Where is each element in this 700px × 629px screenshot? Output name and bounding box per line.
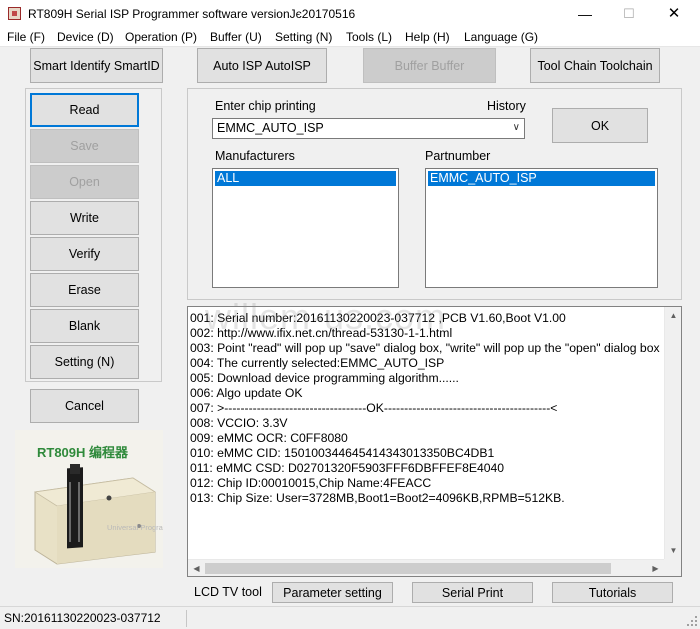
parameter-setting-button[interactable]: Parameter setting	[272, 582, 393, 603]
log-line: 006: Algo update OK	[190, 386, 303, 400]
scroll-left-icon[interactable]: ◀	[188, 560, 205, 576]
log-line: 013: Chip Size: User=3728MB,Boot1=Boot2=…	[190, 491, 565, 505]
scroll-right-icon[interactable]: ▶	[647, 560, 664, 576]
menu-bar: File (F) Device (D) Operation (P) Buffer…	[0, 28, 700, 47]
window-title: RT809H Serial ISP Programmer software ve…	[28, 7, 356, 21]
setting-button[interactable]: Setting (N)	[30, 345, 139, 379]
menu-language[interactable]: Language (G)	[464, 30, 538, 44]
chevron-down-icon[interactable]: ∨	[513, 122, 520, 133]
smart-identify-button[interactable]: Smart Identify SmartID	[30, 48, 163, 83]
log-line: 005: Download device programming algorit…	[190, 371, 459, 385]
log-line: 009: eMMC OCR: C0FF8080	[190, 431, 348, 445]
erase-button[interactable]: Erase	[30, 273, 139, 307]
chip-printing-combobox[interactable]: EMMC_AUTO_ISP ∨	[212, 118, 525, 139]
watermark: willem-us.com	[205, 296, 447, 337]
scroll-down-icon[interactable]: ▼	[665, 542, 681, 559]
log-line: 008: VCCIO: 3.3V	[190, 416, 288, 430]
log-horizontal-scrollbar[interactable]: ◀ ▶	[188, 559, 664, 576]
scroll-up-icon[interactable]: ▲	[665, 307, 681, 324]
menu-setting[interactable]: Setting (N)	[275, 30, 332, 44]
scroll-corner	[664, 559, 681, 576]
serial-number-status: SN:20161130220023-037712	[4, 611, 161, 625]
history-label: History	[487, 99, 526, 113]
manufacturers-label: Manufacturers	[215, 149, 295, 163]
log-output[interactable]: 001: Serial number:20161130220023-037712…	[187, 306, 682, 577]
ok-button[interactable]: OK	[552, 108, 648, 143]
device-label: Universal Programmer	[107, 523, 163, 532]
manufacturer-item-all[interactable]: ALL	[215, 171, 396, 186]
read-button[interactable]: Read	[30, 93, 139, 127]
menu-device[interactable]: Device (D)	[57, 30, 114, 44]
cancel-button[interactable]: Cancel	[30, 389, 139, 423]
tool-chain-button[interactable]: Tool Chain Toolchain	[530, 48, 660, 83]
app-icon	[8, 7, 21, 20]
programmer-photo: RT809H 编程器 Universal Programmer	[15, 430, 163, 568]
auto-isp-button[interactable]: Auto ISP AutoISP	[197, 48, 327, 83]
serial-print-button[interactable]: Serial Print	[412, 582, 533, 603]
programmer-device-icon: Universal Programmer	[33, 464, 163, 565]
log-line: 004: The currently selected:EMMC_AUTO_IS…	[190, 356, 445, 370]
minimize-button[interactable]: —	[562, 0, 608, 28]
buffer-button[interactable]: Buffer Buffer	[363, 48, 496, 83]
log-line: 010: eMMC CID: 150100344645414343013350B…	[190, 446, 495, 460]
log-line: 003: Point "read" will pop up "save" dia…	[190, 341, 660, 355]
verify-button[interactable]: Verify	[30, 237, 139, 271]
save-button[interactable]: Save	[30, 129, 139, 163]
tutorials-button[interactable]: Tutorials	[552, 582, 673, 603]
chip-printing-value: EMMC_AUTO_ISP	[217, 121, 324, 135]
menu-tools[interactable]: Tools (L)	[346, 30, 392, 44]
menu-buffer[interactable]: Buffer (U)	[210, 30, 262, 44]
partnumber-item-emmc-auto-isp[interactable]: EMMC_AUTO_ISP	[428, 171, 655, 186]
menu-help[interactable]: Help (H)	[405, 30, 450, 44]
log-line: 007: >----------------------------------…	[190, 401, 558, 415]
title-bar[interactable]: RT809H Serial ISP Programmer software ve…	[0, 0, 700, 28]
lcd-tv-tool-label: LCD TV tool	[194, 585, 262, 599]
enter-chip-label: Enter chip printing	[215, 99, 316, 113]
log-line: 011: eMMC CSD: D02701320F5903FFF6DBFFEF8…	[190, 461, 505, 475]
status-separator	[186, 610, 187, 627]
menu-file[interactable]: File (F)	[7, 30, 45, 44]
partnumber-label: Partnumber	[425, 149, 491, 163]
horizontal-scroll-thumb[interactable]	[205, 563, 611, 574]
partnumber-list[interactable]: EMMC_AUTO_ISP	[425, 168, 658, 288]
log-line: 012: Chip ID:00010015,Chip Name:4FEACC	[190, 476, 432, 490]
open-button[interactable]: Open	[30, 165, 139, 199]
close-button[interactable]: ✕	[651, 0, 697, 28]
menu-operation[interactable]: Operation (P)	[125, 30, 197, 44]
resize-grip-icon[interactable]	[686, 615, 698, 627]
write-button[interactable]: Write	[30, 201, 139, 235]
manufacturers-list[interactable]: ALL	[212, 168, 399, 288]
maximize-button[interactable]: ☐	[606, 0, 652, 28]
blank-button[interactable]: Blank	[30, 309, 139, 343]
status-bar: SN:20161130220023-037712	[0, 606, 700, 629]
log-vertical-scrollbar[interactable]: ▲ ▼	[664, 307, 681, 559]
